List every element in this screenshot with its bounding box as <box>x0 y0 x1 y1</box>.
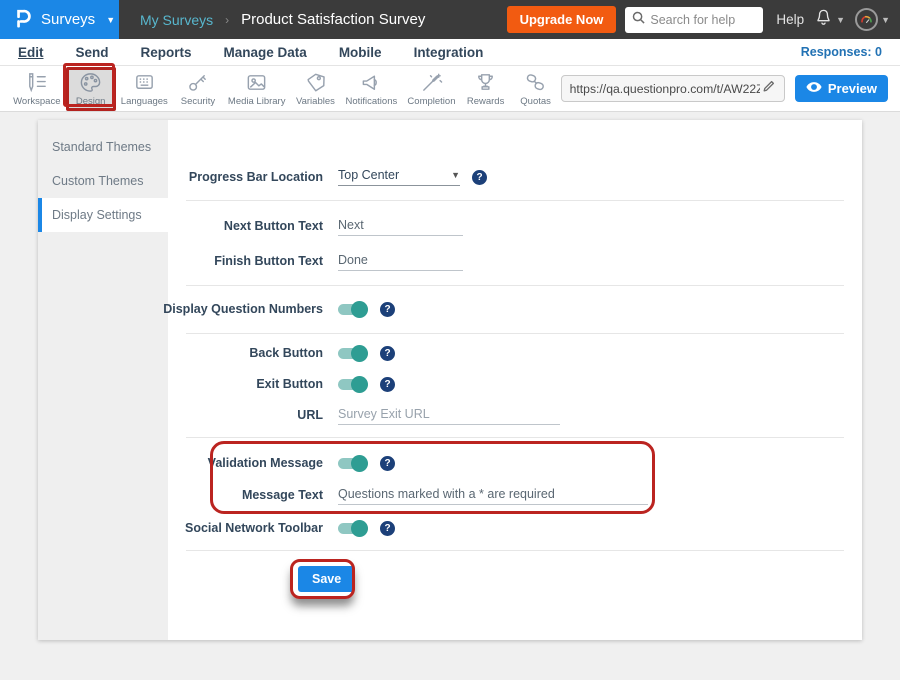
edit-toolbar: Workspace Design Languages <box>0 66 900 112</box>
help-search[interactable] <box>625 7 763 33</box>
responses-count[interactable]: Responses: 0 <box>801 45 882 59</box>
preview-button[interactable]: Preview <box>795 75 888 102</box>
exit-url-label: URL <box>38 408 323 422</box>
tab-edit[interactable]: Edit <box>18 45 44 60</box>
header-actions: Upgrade Now Help ▼ <box>507 6 900 33</box>
chevron-down-icon: ▼ <box>451 170 460 180</box>
workspace-icon <box>24 71 49 94</box>
toolbar-item-design[interactable]: Design <box>66 67 116 111</box>
validation-message-toggle[interactable] <box>338 455 368 472</box>
breadcrumb: My Surveys › Product Satisfaction Survey <box>140 11 425 28</box>
progress-bar-location-select[interactable]: Top Center ▼ <box>338 168 460 186</box>
finish-button-text-label: Finish Button Text <box>38 254 323 268</box>
divider <box>186 550 844 551</box>
trophy-icon <box>473 71 498 94</box>
chain-link-icon <box>523 71 548 94</box>
image-icon <box>244 71 269 94</box>
help-icon[interactable] <box>380 346 395 361</box>
help-icon[interactable] <box>380 377 395 392</box>
sidebar-item-standard-themes[interactable]: Standard Themes <box>38 130 168 164</box>
product-name: Surveys <box>41 11 95 28</box>
divider <box>186 285 844 286</box>
product-menu[interactable]: Surveys ▼ <box>0 0 119 39</box>
breadcrumb-my-surveys[interactable]: My Surveys <box>140 12 213 28</box>
next-button-text-input[interactable] <box>338 216 463 236</box>
tab-integration[interactable]: Integration <box>414 45 484 60</box>
design-settings-card: Standard Themes Custom Themes Display Se… <box>38 120 862 640</box>
toolbar-item-notifications[interactable]: Notifications <box>340 67 402 111</box>
search-icon <box>632 11 645 29</box>
questionpro-logo-icon <box>13 5 32 35</box>
help-icon[interactable] <box>380 521 395 536</box>
toolbar-item-media-library[interactable]: Media Library <box>223 67 290 111</box>
tab-reports[interactable]: Reports <box>141 45 192 60</box>
display-question-numbers-toggle[interactable] <box>338 301 368 318</box>
magic-wand-icon <box>419 71 444 94</box>
breadcrumb-separator-icon: › <box>225 13 229 27</box>
keyboard-icon <box>132 71 157 94</box>
toolbar-item-security[interactable]: Security <box>173 67 223 111</box>
next-button-text-label: Next Button Text <box>38 219 323 233</box>
questionpro-app: Surveys ▼ My Surveys › Product Satisfact… <box>0 0 900 680</box>
social-network-toolbar-label: Social Network Toolbar <box>38 521 323 535</box>
exit-button-label: Exit Button <box>38 377 323 391</box>
survey-url-value: https://qa.questionpro.com/t/AW22Zcq2J <box>570 82 760 96</box>
back-button-label: Back Button <box>38 346 323 360</box>
notifications-menu[interactable]: ▼ <box>814 8 845 32</box>
divider <box>186 200 844 201</box>
megaphone-icon <box>359 71 384 94</box>
page-title: Product Satisfaction Survey <box>241 11 425 28</box>
survey-nav: Edit Send Reports Manage Data Mobile Int… <box>0 39 900 66</box>
help-icon[interactable] <box>472 170 487 185</box>
display-question-numbers-label: Display Question Numbers <box>38 302 323 316</box>
upgrade-now-button[interactable]: Upgrade Now <box>507 6 617 33</box>
chevron-down-icon: ▼ <box>106 15 115 25</box>
social-network-toolbar-toggle[interactable] <box>338 520 368 537</box>
tab-mobile[interactable]: Mobile <box>339 45 382 60</box>
bell-icon <box>814 8 833 32</box>
progress-bar-location-label: Progress Bar Location <box>38 170 323 184</box>
toolbar-item-variables[interactable]: Variables <box>290 67 340 111</box>
back-button-toggle[interactable] <box>338 345 368 362</box>
tab-send[interactable]: Send <box>76 45 109 60</box>
toolbar-item-completion[interactable]: Completion <box>402 67 460 111</box>
finish-button-text-input[interactable] <box>338 251 463 271</box>
key-icon <box>185 71 210 94</box>
help-icon[interactable] <box>380 456 395 471</box>
exit-button-toggle[interactable] <box>338 376 368 393</box>
top-header: Surveys ▼ My Surveys › Product Satisfact… <box>0 0 900 39</box>
avatar <box>855 8 878 31</box>
tab-manage-data[interactable]: Manage Data <box>224 45 307 60</box>
survey-url-field[interactable]: https://qa.questionpro.com/t/AW22Zcq2J <box>561 75 785 102</box>
toolbar-item-workspace[interactable]: Workspace <box>8 67 66 111</box>
toolbar-item-languages[interactable]: Languages <box>116 67 173 111</box>
eye-icon <box>806 81 822 96</box>
tag-icon <box>303 71 328 94</box>
account-menu[interactable]: ▼ <box>855 8 890 31</box>
toolbar-item-rewards[interactable]: Rewards <box>461 67 511 111</box>
help-icon[interactable] <box>380 302 395 317</box>
validation-message-label: Validation Message <box>38 456 323 470</box>
save-button[interactable]: Save <box>298 566 355 592</box>
chevron-down-icon: ▼ <box>881 15 890 25</box>
exit-url-input[interactable] <box>338 405 560 425</box>
divider <box>186 333 844 334</box>
message-text-label: Message Text <box>38 488 323 502</box>
toolbar-item-quotas[interactable]: Quotas <box>511 67 561 111</box>
edit-pencil-icon[interactable] <box>762 79 776 98</box>
divider <box>186 437 844 438</box>
design-palette-icon <box>78 71 103 94</box>
search-input[interactable] <box>650 13 755 27</box>
help-link[interactable]: Help <box>776 12 804 27</box>
chevron-down-icon: ▼ <box>836 15 845 25</box>
message-text-input[interactable] <box>338 485 648 505</box>
